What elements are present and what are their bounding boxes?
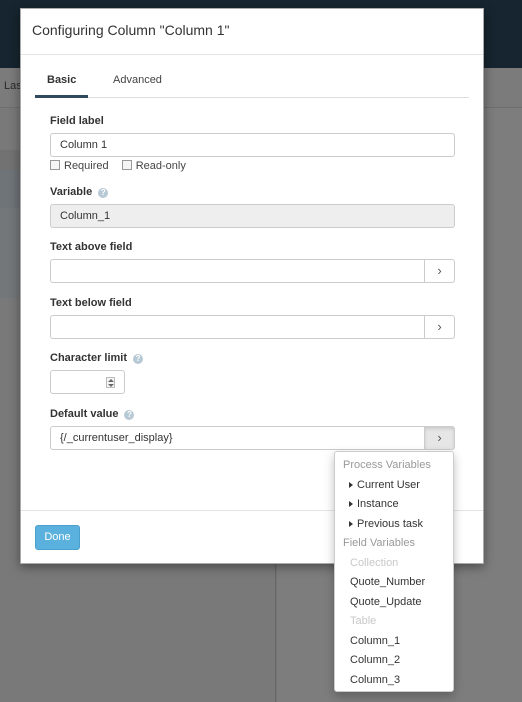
char-limit-stepper[interactable] [50, 370, 125, 394]
caret-right-icon [349, 501, 353, 507]
tab-bar: Basic Advanced [35, 69, 469, 98]
dropdown-item-label: Instance [357, 498, 399, 510]
spin-down-icon[interactable] [108, 384, 114, 387]
readonly-label: Read-only [135, 160, 186, 172]
variable-input [50, 204, 455, 228]
dropdown-item-column-3[interactable]: Column_3 [335, 671, 453, 691]
dropdown-item-column-2[interactable]: Column_2 [335, 651, 453, 671]
spin-up-icon[interactable] [108, 379, 114, 382]
dropdown-item-label: Previous task [357, 517, 424, 530]
help-icon[interactable]: ? [124, 410, 135, 420]
chevron-right-icon: › [437, 263, 442, 278]
chevron-right-icon: › [437, 430, 442, 445]
required-label: Required [64, 160, 109, 172]
dropdown-item-current-user[interactable]: Current User [335, 476, 453, 496]
text-below-variable-button[interactable]: › [424, 315, 455, 339]
text-above-input[interactable] [50, 259, 425, 283]
text-below-input[interactable] [50, 315, 425, 339]
char-limit-label: Character limit [50, 352, 128, 364]
help-icon[interactable]: ? [133, 354, 144, 364]
dropdown-item-instance[interactable]: Instance [335, 495, 453, 515]
caret-right-icon [349, 481, 353, 488]
default-value-heading: Default value? [50, 408, 135, 420]
dropdown-item-quote-number[interactable]: Quote_Number [335, 573, 453, 593]
variable-label: Variable [50, 186, 93, 198]
tab-advanced[interactable]: Advanced [101, 69, 174, 98]
variable-heading: Variable? [50, 186, 109, 198]
dropdown-item-quote-update[interactable]: Quote_Update [335, 593, 453, 613]
field-label-input[interactable] [50, 133, 455, 157]
required-option[interactable]: Required [50, 160, 109, 172]
dropdown-header-field-variables: Field Variables [343, 537, 415, 549]
dropdown-header-process-variables: Process Variables [343, 459, 431, 471]
readonly-option[interactable]: Read-only [121, 160, 186, 172]
dropdown-subheader-table: Table [350, 615, 377, 627]
tab-basic[interactable]: Basic [35, 69, 89, 98]
required-checkbox[interactable] [50, 160, 60, 170]
text-above-heading: Text above field [50, 241, 133, 253]
default-value-input[interactable] [50, 426, 425, 450]
text-below-heading: Text below field [50, 297, 132, 309]
dropdown-item-label: Current User [357, 478, 420, 491]
readonly-checkbox[interactable] [121, 160, 132, 170]
field-label-heading: Field label [50, 115, 104, 127]
dropdown-item-column-1[interactable]: Column_1 [335, 632, 453, 652]
chevron-right-icon: › [437, 319, 442, 334]
default-value-label: Default value [50, 408, 119, 420]
char-limit-heading: Character limit? [50, 352, 144, 364]
dropdown-subheader-collection: Collection [350, 556, 399, 569]
divider [21, 54, 483, 55]
field-options: Required Read-only [50, 160, 196, 172]
variable-picker-dropdown: Process Variables Current User Instance … [334, 451, 454, 692]
help-icon[interactable]: ? [98, 188, 109, 198]
default-value-variable-button[interactable]: › [424, 426, 455, 450]
modal-title: Configuring Column "Column 1" [32, 22, 230, 38]
caret-right-icon [349, 520, 353, 527]
done-button[interactable]: Done [35, 525, 80, 550]
text-above-variable-button[interactable]: › [424, 259, 455, 283]
spinner-arrows-icon[interactable] [106, 377, 115, 388]
dropdown-item-previous-task[interactable]: Previous task [335, 515, 453, 535]
